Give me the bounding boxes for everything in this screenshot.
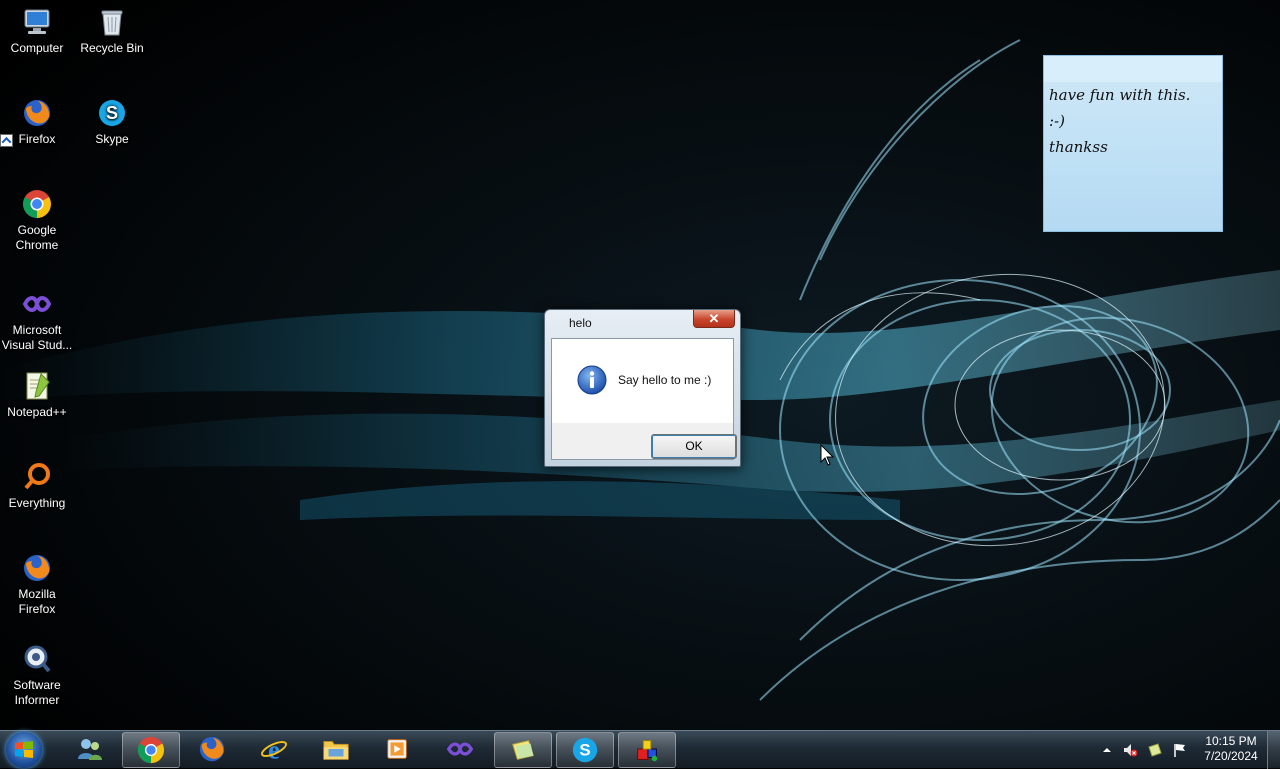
desktop-icon-label: Software Informer [13, 678, 61, 707]
network-icon[interactable] [1147, 742, 1163, 758]
software-informer-icon [24, 645, 51, 673]
desktop-icon-software-informer[interactable]: Software Informer [0, 643, 74, 708]
taskbar-explorer[interactable] [308, 732, 366, 768]
desktop-icon-label: Google Chrome [15, 223, 59, 252]
taskbar-media-player[interactable] [370, 732, 428, 768]
taskbar-chrome[interactable] [122, 732, 180, 768]
skype-icon: S [99, 100, 125, 126]
sticky-note-line[interactable]: :-) [1044, 108, 1222, 134]
clock-date: 7/20/2024 [1204, 749, 1258, 763]
desktop-icon-recycle-bin[interactable]: Recycle Bin [75, 6, 149, 56]
desktop-icon-computer[interactable]: Computer [0, 6, 74, 56]
sticky-notes-icon [512, 740, 534, 760]
visual-studio-icon [446, 742, 474, 756]
dialog-message-area: Say hello to me :) [552, 339, 733, 423]
desktop-icon-label: Mozilla Firefox [18, 587, 56, 616]
taskbar-clock[interactable]: 10:15 PM 7/20/2024 [1198, 734, 1264, 764]
taskbar-internet-explorer[interactable]: e [246, 732, 304, 768]
everything-icon [24, 463, 50, 490]
computer-icon [24, 9, 50, 34]
mouse-cursor-icon [820, 444, 834, 466]
message-dialog: helo ✕ Say hello to me :) OK [544, 309, 741, 467]
notepadpp-icon [26, 372, 50, 400]
firefox-icon [199, 736, 225, 762]
svg-text:S: S [106, 103, 118, 123]
taskbar-visual-studio[interactable] [432, 732, 490, 768]
desktop-icon-label: Notepad++ [7, 405, 67, 419]
desktop-icon-label: Skype [95, 132, 129, 146]
desktop-icon-skype[interactable]: S Skype [75, 97, 149, 147]
dialog-client-area: Say hello to me :) OK [551, 338, 737, 460]
app-blocks-icon [637, 740, 658, 762]
media-player-icon [387, 739, 407, 759]
desktop-icon-label: Firefox [18, 132, 56, 146]
taskbar-sticky-notes[interactable] [494, 732, 552, 768]
firefox-icon [24, 555, 50, 581]
firefox-icon [24, 100, 50, 126]
show-hidden-icon[interactable] [1099, 742, 1115, 758]
desktop-icon-mozilla-firefox[interactable]: Mozilla Firefox [0, 552, 74, 617]
desktop-icon-label: Computer [10, 41, 64, 55]
clock-time: 10:15 PM [1205, 734, 1257, 748]
dialog-message: Say hello to me :) [618, 373, 712, 387]
skype-icon: S [572, 737, 598, 763]
desktop-icon-label: Microsoft Visual Stud... [1, 323, 73, 352]
speaker-muted-icon[interactable] [1122, 742, 1138, 758]
dialog-title: helo [569, 316, 592, 330]
info-icon [577, 365, 607, 395]
sticky-note[interactable]: have fun with this. :-) thankss [1043, 55, 1223, 232]
users-icon [78, 739, 102, 760]
recycle-bin-icon [101, 10, 123, 36]
chrome-icon [137, 736, 165, 764]
sticky-note-header[interactable] [1044, 56, 1222, 82]
folder-icon [323, 741, 349, 760]
sticky-note-line[interactable]: thankss [1044, 134, 1222, 160]
taskbar-firefox[interactable] [184, 732, 242, 768]
start-button[interactable] [6, 732, 42, 768]
desktop-icon-firefox[interactable]: Firefox [0, 97, 74, 147]
ok-button[interactable]: OK [651, 434, 737, 459]
dialog-close-button[interactable]: ✕ [693, 310, 735, 328]
desktop-icon-visual-studio[interactable]: Microsoft Visual Stud... [0, 288, 74, 353]
show-desktop-button[interactable] [1267, 731, 1280, 769]
taskbar: e S 10:15 PM 7/20/2024 [0, 730, 1280, 769]
taskbar-app-blocks[interactable] [618, 732, 676, 768]
svg-text:S: S [579, 741, 590, 760]
ie-icon: e [261, 735, 287, 764]
action-center-flag-icon[interactable] [1172, 742, 1188, 758]
desktop-icon-label: Recycle Bin [80, 41, 144, 55]
visual-studio-icon [22, 296, 52, 312]
desktop-icon-notepadpp[interactable]: Notepad++ [0, 370, 74, 420]
desktop-icon-google-chrome[interactable]: Google Chrome [0, 188, 74, 253]
windows-logo-icon [15, 741, 33, 758]
svg-text:e: e [268, 735, 280, 764]
taskbar-users[interactable] [62, 732, 120, 768]
sticky-note-line[interactable]: have fun with this. [1044, 82, 1222, 108]
chrome-icon [23, 190, 51, 218]
desktop-icon-label: Everything [8, 496, 66, 510]
desktop-icon-everything[interactable]: Everything [0, 461, 74, 511]
taskbar-skype[interactable]: S [556, 732, 614, 768]
